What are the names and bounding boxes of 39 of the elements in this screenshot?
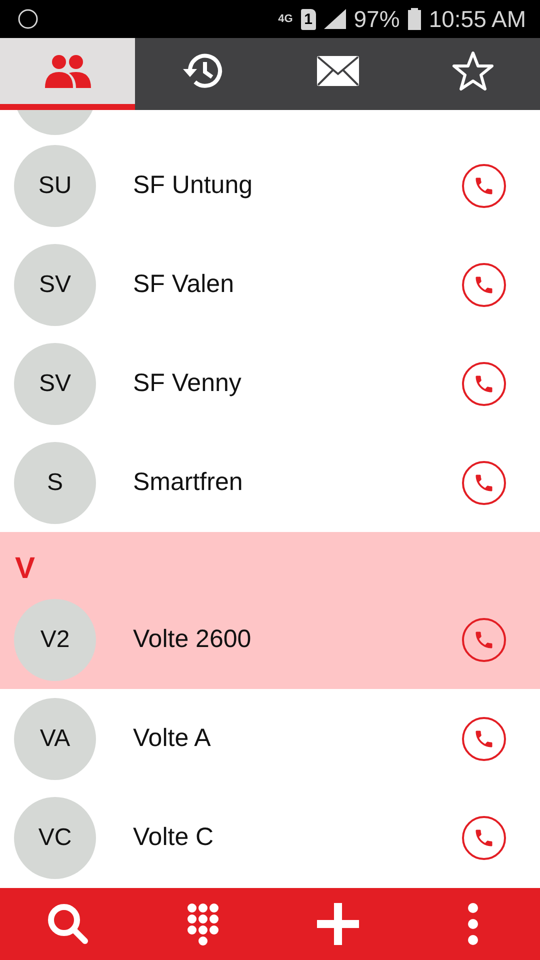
battery-percent: 97%	[354, 6, 400, 32]
avatar: V2	[14, 598, 96, 680]
search-icon	[46, 903, 88, 945]
people-icon	[44, 54, 90, 88]
avatar: SV	[14, 244, 96, 326]
contact-name: SF Untung	[133, 171, 254, 200]
avatar: S	[14, 442, 96, 524]
dialpad-icon	[186, 902, 218, 946]
call-button[interactable]	[462, 164, 506, 208]
call-button[interactable]	[462, 362, 506, 406]
circle-icon	[18, 9, 38, 29]
avatar: VA	[14, 698, 96, 780]
network-type: 4G	[278, 14, 293, 24]
battery-icon	[408, 8, 421, 30]
contact-name: Volte C	[133, 823, 215, 852]
call-button[interactable]	[462, 816, 506, 860]
call-button[interactable]	[462, 716, 506, 760]
envelope-icon	[316, 56, 358, 86]
call-button[interactable]	[462, 460, 506, 504]
contact-name: Volte A	[133, 724, 212, 753]
avatar: VC	[14, 796, 96, 878]
section-letter: V	[15, 552, 36, 586]
signal-icon	[324, 9, 346, 29]
call-button[interactable]	[462, 618, 506, 662]
contact-name: Smartfren	[133, 468, 244, 497]
contacts-tab[interactable]	[0, 38, 135, 110]
contact-name: Volte 2600	[133, 625, 252, 654]
sim-icon: 1	[300, 8, 316, 30]
contact-name: SF Valen	[133, 270, 235, 299]
history-icon	[180, 51, 224, 91]
contact-name: SF Venny	[133, 369, 242, 398]
avatar: SV	[14, 342, 96, 424]
contact-row[interactable]: V2 Volte 2600	[0, 590, 540, 689]
call-button[interactable]	[462, 262, 506, 306]
clock: 10:55 AM	[428, 6, 526, 32]
star-icon	[452, 51, 494, 91]
more-icon	[466, 903, 478, 945]
plus-icon	[316, 903, 358, 945]
avatar: SU	[14, 144, 96, 226]
